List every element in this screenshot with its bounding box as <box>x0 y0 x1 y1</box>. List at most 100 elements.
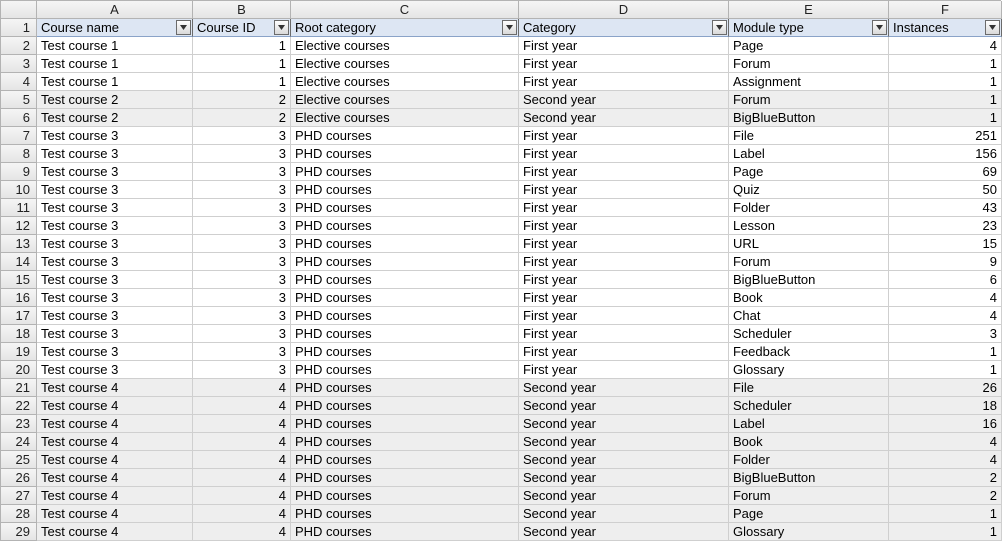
data-cell[interactable]: Elective courses <box>291 73 519 91</box>
header-cell[interactable]: Category <box>519 19 729 37</box>
data-cell[interactable]: 4 <box>193 523 291 541</box>
data-cell[interactable]: Forum <box>729 487 889 505</box>
data-cell[interactable]: Test course 3 <box>37 235 193 253</box>
data-cell[interactable]: BigBlueButton <box>729 271 889 289</box>
column-header-a[interactable]: A <box>37 1 193 19</box>
row-header[interactable]: 25 <box>1 451 37 469</box>
data-cell[interactable]: Feedback <box>729 343 889 361</box>
data-cell[interactable]: 4 <box>193 451 291 469</box>
data-cell[interactable]: 3 <box>193 145 291 163</box>
filter-dropdown-icon[interactable] <box>274 20 289 35</box>
data-cell[interactable]: First year <box>519 271 729 289</box>
data-cell[interactable]: PHD courses <box>291 181 519 199</box>
data-cell[interactable]: Label <box>729 145 889 163</box>
data-cell[interactable]: Scheduler <box>729 325 889 343</box>
row-header[interactable]: 27 <box>1 487 37 505</box>
data-cell[interactable]: 3 <box>193 235 291 253</box>
data-cell[interactable]: Second year <box>519 379 729 397</box>
row-header[interactable]: 24 <box>1 433 37 451</box>
data-cell[interactable]: Test course 3 <box>37 289 193 307</box>
data-cell[interactable]: File <box>729 379 889 397</box>
data-cell[interactable]: 4 <box>889 451 1002 469</box>
data-cell[interactable]: 3 <box>193 127 291 145</box>
data-cell[interactable]: PHD courses <box>291 505 519 523</box>
data-cell[interactable]: PHD courses <box>291 415 519 433</box>
data-cell[interactable]: Elective courses <box>291 109 519 127</box>
data-cell[interactable]: 9 <box>889 253 1002 271</box>
row-header[interactable]: 6 <box>1 109 37 127</box>
header-cell[interactable]: Root category <box>291 19 519 37</box>
data-cell[interactable]: Page <box>729 163 889 181</box>
data-cell[interactable]: 3 <box>889 325 1002 343</box>
row-header[interactable]: 14 <box>1 253 37 271</box>
row-header[interactable]: 16 <box>1 289 37 307</box>
data-cell[interactable]: 18 <box>889 397 1002 415</box>
data-cell[interactable]: 3 <box>193 325 291 343</box>
data-cell[interactable]: First year <box>519 163 729 181</box>
data-cell[interactable]: 23 <box>889 217 1002 235</box>
row-header[interactable]: 29 <box>1 523 37 541</box>
row-header[interactable]: 12 <box>1 217 37 235</box>
row-header[interactable]: 28 <box>1 505 37 523</box>
data-cell[interactable]: First year <box>519 73 729 91</box>
select-all-corner[interactable] <box>1 1 37 19</box>
data-cell[interactable]: Second year <box>519 415 729 433</box>
data-cell[interactable]: PHD courses <box>291 199 519 217</box>
data-cell[interactable]: Second year <box>519 397 729 415</box>
data-cell[interactable]: Page <box>729 37 889 55</box>
data-cell[interactable]: Test course 3 <box>37 181 193 199</box>
data-cell[interactable]: Test course 1 <box>37 37 193 55</box>
data-cell[interactable]: Chat <box>729 307 889 325</box>
data-cell[interactable]: First year <box>519 37 729 55</box>
row-header[interactable]: 21 <box>1 379 37 397</box>
column-header-c[interactable]: C <box>291 1 519 19</box>
data-cell[interactable]: First year <box>519 145 729 163</box>
filter-dropdown-icon[interactable] <box>985 20 1000 35</box>
data-cell[interactable]: PHD courses <box>291 487 519 505</box>
data-cell[interactable]: Test course 4 <box>37 379 193 397</box>
data-cell[interactable]: PHD courses <box>291 253 519 271</box>
data-cell[interactable]: Test course 2 <box>37 91 193 109</box>
data-cell[interactable]: PHD courses <box>291 469 519 487</box>
data-cell[interactable]: Test course 3 <box>37 217 193 235</box>
data-cell[interactable]: First year <box>519 253 729 271</box>
data-cell[interactable]: 1 <box>889 523 1002 541</box>
data-cell[interactable]: Test course 3 <box>37 127 193 145</box>
data-cell[interactable]: Forum <box>729 253 889 271</box>
data-cell[interactable]: Glossary <box>729 361 889 379</box>
data-cell[interactable]: Test course 3 <box>37 253 193 271</box>
data-cell[interactable]: PHD courses <box>291 289 519 307</box>
data-cell[interactable]: First year <box>519 199 729 217</box>
row-header[interactable]: 9 <box>1 163 37 181</box>
data-cell[interactable]: Test course 3 <box>37 163 193 181</box>
data-cell[interactable]: Scheduler <box>729 397 889 415</box>
column-header-e[interactable]: E <box>729 1 889 19</box>
data-cell[interactable]: 251 <box>889 127 1002 145</box>
data-cell[interactable]: 1 <box>889 91 1002 109</box>
data-cell[interactable]: 3 <box>193 271 291 289</box>
spreadsheet-grid[interactable]: ABCDEF1Course nameCourse IDRoot category… <box>0 0 1001 541</box>
data-cell[interactable]: 4 <box>889 307 1002 325</box>
row-header[interactable]: 7 <box>1 127 37 145</box>
row-header[interactable]: 19 <box>1 343 37 361</box>
row-header[interactable]: 5 <box>1 91 37 109</box>
data-cell[interactable]: Lesson <box>729 217 889 235</box>
data-cell[interactable]: First year <box>519 235 729 253</box>
data-cell[interactable]: PHD courses <box>291 163 519 181</box>
header-cell[interactable]: Instances <box>889 19 1002 37</box>
data-cell[interactable]: Test course 4 <box>37 451 193 469</box>
data-cell[interactable]: 1 <box>193 37 291 55</box>
data-cell[interactable]: 4 <box>193 397 291 415</box>
row-header[interactable]: 26 <box>1 469 37 487</box>
data-cell[interactable]: Test course 4 <box>37 433 193 451</box>
data-cell[interactable]: 2 <box>193 91 291 109</box>
row-header[interactable]: 3 <box>1 55 37 73</box>
data-cell[interactable]: Test course 3 <box>37 325 193 343</box>
data-cell[interactable]: 1 <box>889 109 1002 127</box>
data-cell[interactable]: BigBlueButton <box>729 109 889 127</box>
data-cell[interactable]: Folder <box>729 199 889 217</box>
data-cell[interactable]: 16 <box>889 415 1002 433</box>
data-cell[interactable]: First year <box>519 127 729 145</box>
data-cell[interactable]: Elective courses <box>291 37 519 55</box>
data-cell[interactable]: Second year <box>519 433 729 451</box>
